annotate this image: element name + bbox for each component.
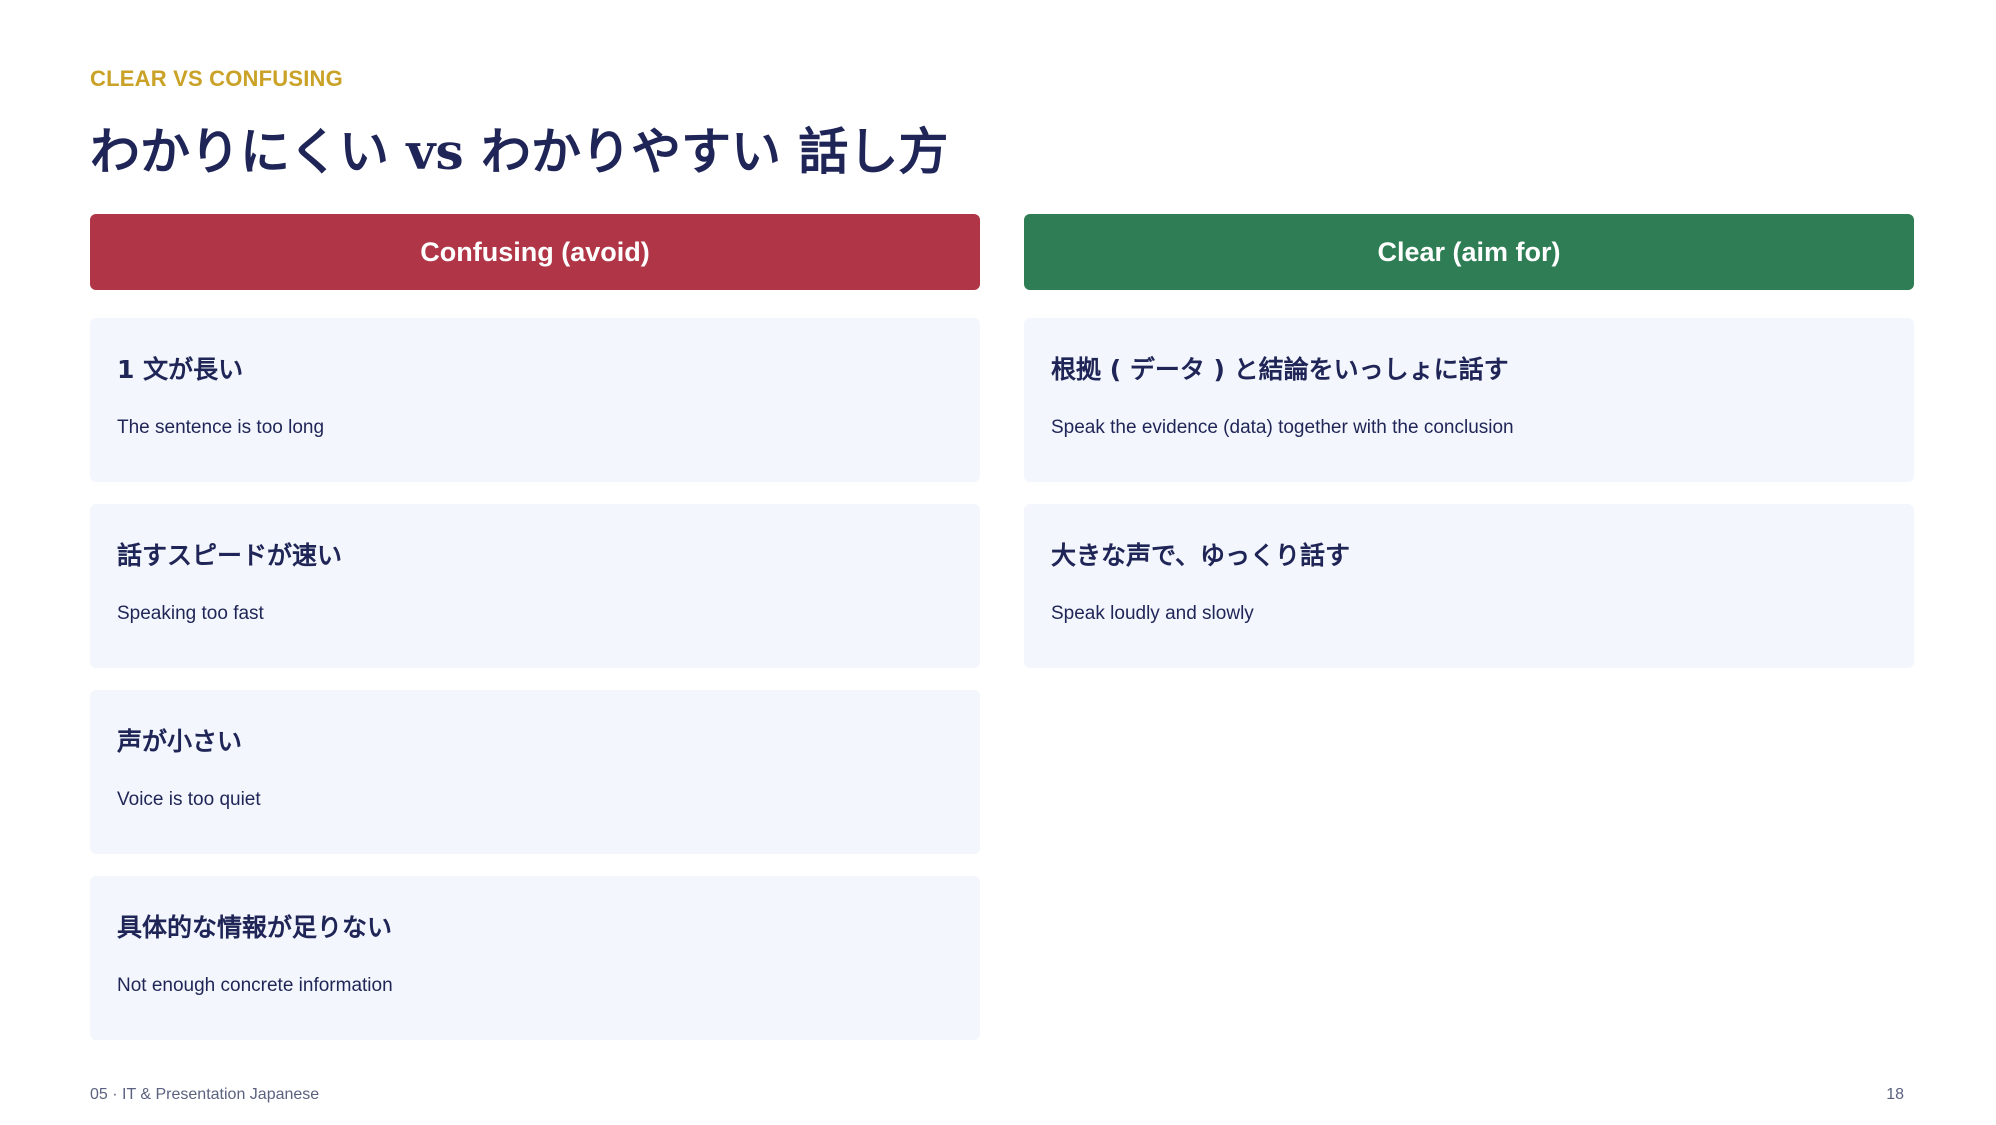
section-eyebrow: CLEAR VS CONFUSING <box>90 66 343 91</box>
clear-column: Clear (aim for) 根拠 ( データ ) と結論をいっしょに話す S… <box>1024 214 1914 690</box>
card-english: The sentence is too long <box>117 417 325 438</box>
card-japanese: 根拠 ( データ ) と結論をいっしょに話す <box>1051 355 1509 384</box>
card-japanese: 声が小さい <box>117 727 243 756</box>
confusing-card: 1 文が長い The sentence is too long <box>90 318 980 482</box>
slide: CLEAR VS CONFUSING わかりにくい vs わかりやすい 話し方 … <box>0 0 1996 1125</box>
clear-card: 根拠 ( データ ) と結論をいっしょに話す Speak the evidenc… <box>1024 318 1914 482</box>
card-english: Not enough concrete information <box>117 975 393 996</box>
card-japanese: 大きな声で、ゆっくり話す <box>1051 541 1351 570</box>
page-number: 18 <box>1886 1086 1904 1103</box>
card-english: Speak the evidence (data) together with … <box>1051 417 1514 438</box>
footer-course-label: 05 · IT & Presentation Japanese <box>90 1086 320 1103</box>
card-japanese: 1 文が長い <box>117 355 244 384</box>
card-english: Speaking too fast <box>117 603 264 624</box>
clear-header: Clear (aim for) <box>1024 214 1914 290</box>
card-japanese: 話すスピードが速い <box>117 541 343 570</box>
card-english: Voice is too quiet <box>117 789 261 810</box>
confusing-card: 話すスピードが速い Speaking too fast <box>90 504 980 668</box>
slide-title: わかりにくい vs わかりやすい 話し方 <box>90 122 949 181</box>
clear-card: 大きな声で、ゆっくり話す Speak loudly and slowly <box>1024 504 1914 668</box>
confusing-card: 声が小さい Voice is too quiet <box>90 690 980 854</box>
card-japanese: 具体的な情報が足りない <box>117 913 393 942</box>
card-english: Speak loudly and slowly <box>1051 603 1254 624</box>
confusing-header: Confusing (avoid) <box>90 214 980 290</box>
confusing-card: 具体的な情報が足りない Not enough concrete informat… <box>90 876 980 1040</box>
confusing-column: Confusing (avoid) 1 文が長い The sentence is… <box>90 214 980 1062</box>
